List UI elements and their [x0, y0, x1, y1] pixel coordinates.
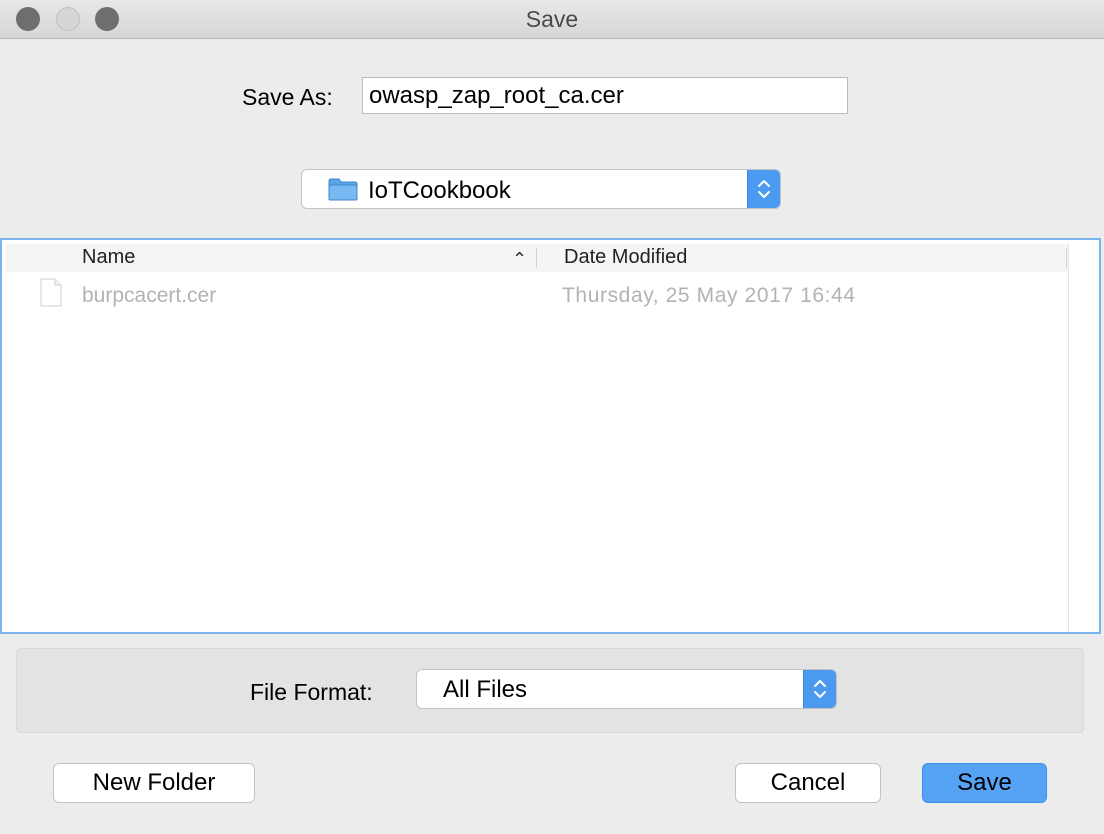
document-icon [40, 278, 62, 307]
location-popup-label: IoTCookbook [368, 177, 511, 204]
file-format-stepper[interactable] [803, 670, 836, 708]
save-button[interactable]: Save [922, 763, 1047, 803]
file-name: burpcacert.cer [82, 284, 217, 307]
date-modified-column-header[interactable]: Date Modified [564, 246, 687, 269]
file-format-popup[interactable]: All Files [416, 669, 837, 709]
file-row[interactable]: burpcacert.cer Thursday, 25 May 2017 16:… [6, 274, 1068, 312]
sort-ascending-icon[interactable]: ⌃ [512, 249, 527, 270]
up-down-chevron-icon [814, 680, 826, 698]
file-browser-list[interactable]: Name ⌃ Date Modified burpcacert.cer Thur… [0, 238, 1101, 634]
name-column-header[interactable]: Name [82, 246, 135, 269]
title-bar: Save [0, 0, 1104, 39]
file-date-modified: Thursday, 25 May 2017 16:44 [562, 284, 856, 307]
new-folder-button[interactable]: New Folder [53, 763, 255, 803]
folder-icon [328, 178, 358, 201]
column-divider[interactable] [1066, 248, 1067, 268]
column-divider[interactable] [536, 248, 537, 268]
column-header-row: Name ⌃ Date Modified [6, 244, 1068, 272]
up-down-chevron-icon [758, 180, 770, 198]
vertical-scroll-track[interactable] [1068, 244, 1069, 632]
location-popup[interactable]: IoTCookbook [301, 169, 781, 209]
file-format-label: File Format: [250, 679, 373, 705]
window-title: Save [525, 6, 579, 32]
cancel-button[interactable]: Cancel [735, 763, 881, 803]
location-popup-stepper[interactable] [747, 170, 780, 208]
file-format-value: All Files [443, 676, 528, 703]
save-as-label: Save As: [242, 84, 333, 110]
save-as-input[interactable] [362, 77, 848, 114]
